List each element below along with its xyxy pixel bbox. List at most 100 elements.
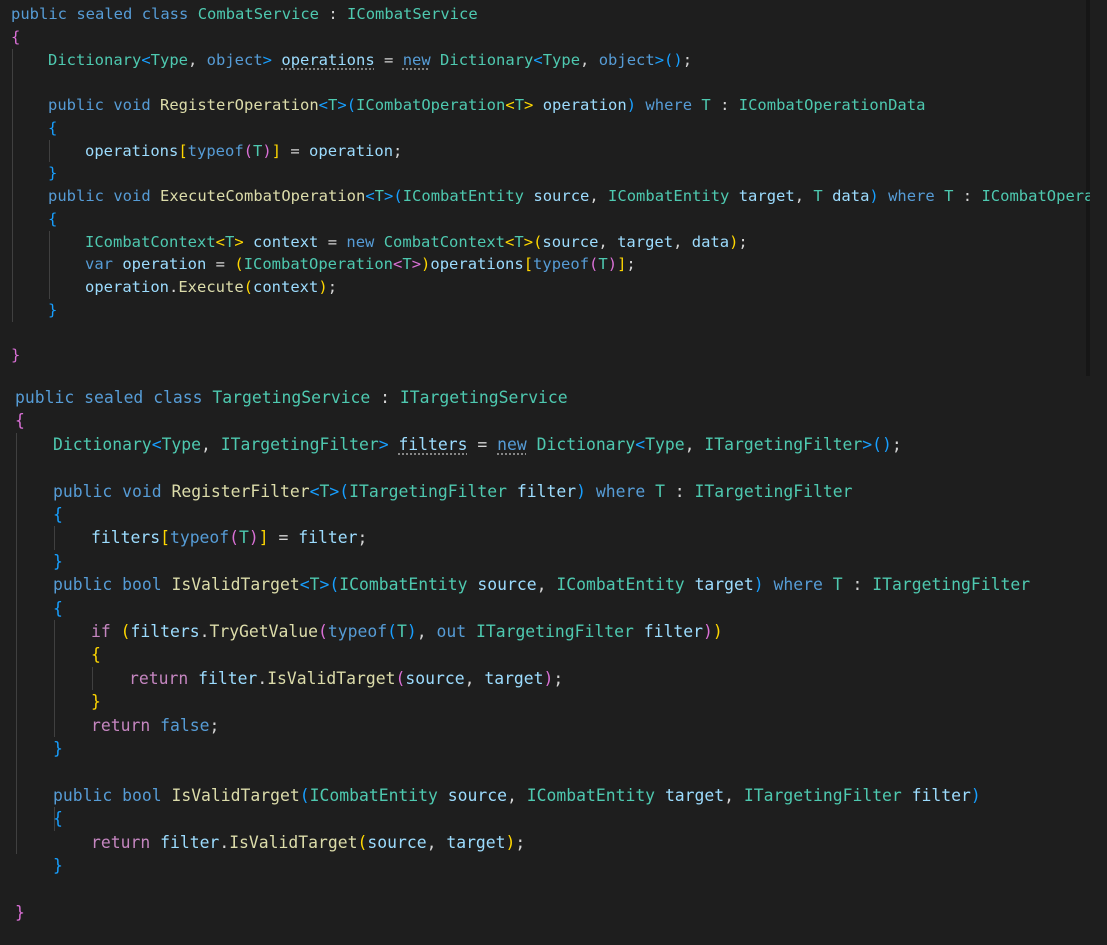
punctuation xyxy=(438,786,448,805)
punctuation: = xyxy=(268,528,299,548)
keyword: object xyxy=(598,50,655,69)
code-line[interactable]: } xyxy=(53,854,63,877)
code-line[interactable]: } xyxy=(53,737,63,760)
keyword: public xyxy=(15,388,75,407)
indent-guide xyxy=(49,139,50,163)
bracket: { xyxy=(91,645,101,665)
punctuation xyxy=(586,482,596,501)
type-name: ICombatContext xyxy=(85,232,216,251)
punctuation xyxy=(935,187,944,205)
type-parameter: T xyxy=(328,96,338,114)
indent-guide xyxy=(49,230,50,299)
code-line[interactable]: { xyxy=(53,597,63,620)
type-name: Dictionary xyxy=(48,50,142,69)
combat-service-code-panel[interactable]: public sealed class CombatService : ICom… xyxy=(0,0,1090,376)
code-line[interactable]: } xyxy=(53,550,63,573)
punctuation: ; xyxy=(682,50,693,69)
code-line[interactable]: var operation = (ICombatOperation<T>)ope… xyxy=(85,253,636,276)
punctuation: , xyxy=(464,668,485,688)
type-name: Type xyxy=(645,434,685,454)
type-name: ITargetingFilter xyxy=(475,622,634,641)
code-line[interactable]: public void ExecuteCombatOperation<T>(IC… xyxy=(48,185,1090,208)
punctuation: , xyxy=(684,434,705,454)
indent-guide xyxy=(16,432,17,854)
code-line[interactable]: } xyxy=(48,299,57,322)
punctuation xyxy=(143,388,153,407)
code-line[interactable]: } xyxy=(91,690,101,713)
bracket: > xyxy=(862,434,873,454)
code-line[interactable]: { xyxy=(53,807,63,830)
bracket: { xyxy=(48,209,58,228)
code-line[interactable]: Dictionary<Type, object> operations = ne… xyxy=(48,49,692,72)
code-line[interactable]: public sealed class TargetingService : I… xyxy=(15,386,568,409)
code-line[interactable]: public bool IsValidTarget(ICombatEntity … xyxy=(53,784,981,807)
code-line[interactable]: { xyxy=(48,117,57,140)
indent-guide xyxy=(54,620,55,737)
code-line[interactable]: operations[typeof(T)] = operation; xyxy=(85,140,402,163)
bracket: ( xyxy=(589,255,599,274)
code-line[interactable]: { xyxy=(53,503,63,526)
punctuation xyxy=(389,435,399,454)
code-line[interactable]: } xyxy=(48,162,57,185)
method-name: IsValidTarget xyxy=(171,575,300,595)
code-line[interactable]: } xyxy=(15,901,25,924)
code-line[interactable]: ICombatContext<T> context = new CombatCo… xyxy=(85,231,748,254)
bracket: < xyxy=(393,255,403,274)
identifier: operation xyxy=(309,141,394,160)
code-line[interactable]: } xyxy=(11,344,20,367)
bracket: > xyxy=(329,481,340,501)
code-line[interactable]: public void RegisterOperation<T>(ICombat… xyxy=(48,94,925,117)
code-line[interactable]: { xyxy=(48,208,57,231)
punctuation: : xyxy=(319,5,348,23)
bracket: ) xyxy=(505,832,516,852)
code-line[interactable]: { xyxy=(91,643,101,666)
identifier: context xyxy=(253,278,319,296)
punctuation xyxy=(823,575,833,594)
code-line[interactable]: return filter.IsValidTarget(source, targ… xyxy=(129,667,563,690)
code-line[interactable]: operation.Execute(context); xyxy=(85,276,337,299)
punctuation: : xyxy=(842,575,873,595)
type-name: ICombatEntity xyxy=(309,785,438,805)
identifier: operation xyxy=(122,255,207,274)
bracket: { xyxy=(53,598,63,618)
identifier: target xyxy=(738,187,795,205)
keyword: public xyxy=(11,5,67,23)
punctuation: , xyxy=(724,785,744,805)
punctuation xyxy=(272,51,281,69)
targeting-service-code-panel[interactable]: public sealed class TargetingService : I… xyxy=(0,378,1107,945)
bracket: < xyxy=(365,187,375,205)
method-name: IsValidTarget xyxy=(229,832,358,852)
keyword: public xyxy=(53,575,113,595)
code-line[interactable]: public void RegisterFilter<T>(ITargeting… xyxy=(53,480,852,503)
punctuation xyxy=(655,786,665,805)
code-line[interactable]: return false; xyxy=(91,714,219,737)
code-line[interactable]: filters[typeof(T)] = filter; xyxy=(91,526,367,549)
punctuation xyxy=(188,669,198,688)
bracket: ( xyxy=(395,668,406,688)
code-line[interactable]: public bool IsValidTarget<T>(ICombatEnti… xyxy=(53,573,1030,596)
code-line[interactable]: Dictionary<Type, ITargetingFilter> filte… xyxy=(53,433,902,456)
keyword: typeof xyxy=(533,255,590,274)
code-line[interactable]: { xyxy=(11,26,20,49)
code-line[interactable]: public sealed class CombatService : ICom… xyxy=(11,3,478,26)
code-line[interactable]: if (filters.TryGetValue(typeof(T), out I… xyxy=(91,620,723,643)
code-line[interactable]: return filter.IsValidTarget(source, targ… xyxy=(91,831,525,854)
punctuation xyxy=(468,575,478,594)
punctuation xyxy=(764,575,774,594)
punctuation: = xyxy=(318,232,347,251)
type-name: Type xyxy=(150,50,188,69)
punctuation: , xyxy=(536,575,557,595)
indent-guide xyxy=(54,526,55,550)
identifier: filter xyxy=(643,622,703,641)
punctuation: = xyxy=(206,255,235,274)
type-name: ITargetingService xyxy=(399,388,568,407)
punctuation: . xyxy=(257,668,268,688)
bracket: ) xyxy=(712,622,723,641)
code-line[interactable]: { xyxy=(15,409,25,432)
type-name: ICombatService xyxy=(347,5,478,23)
control-keyword: return xyxy=(91,832,151,852)
punctuation: ; xyxy=(553,668,564,688)
identifier: source xyxy=(477,575,537,595)
identifier: filters xyxy=(398,434,468,454)
type-name: CombatService xyxy=(197,5,320,23)
